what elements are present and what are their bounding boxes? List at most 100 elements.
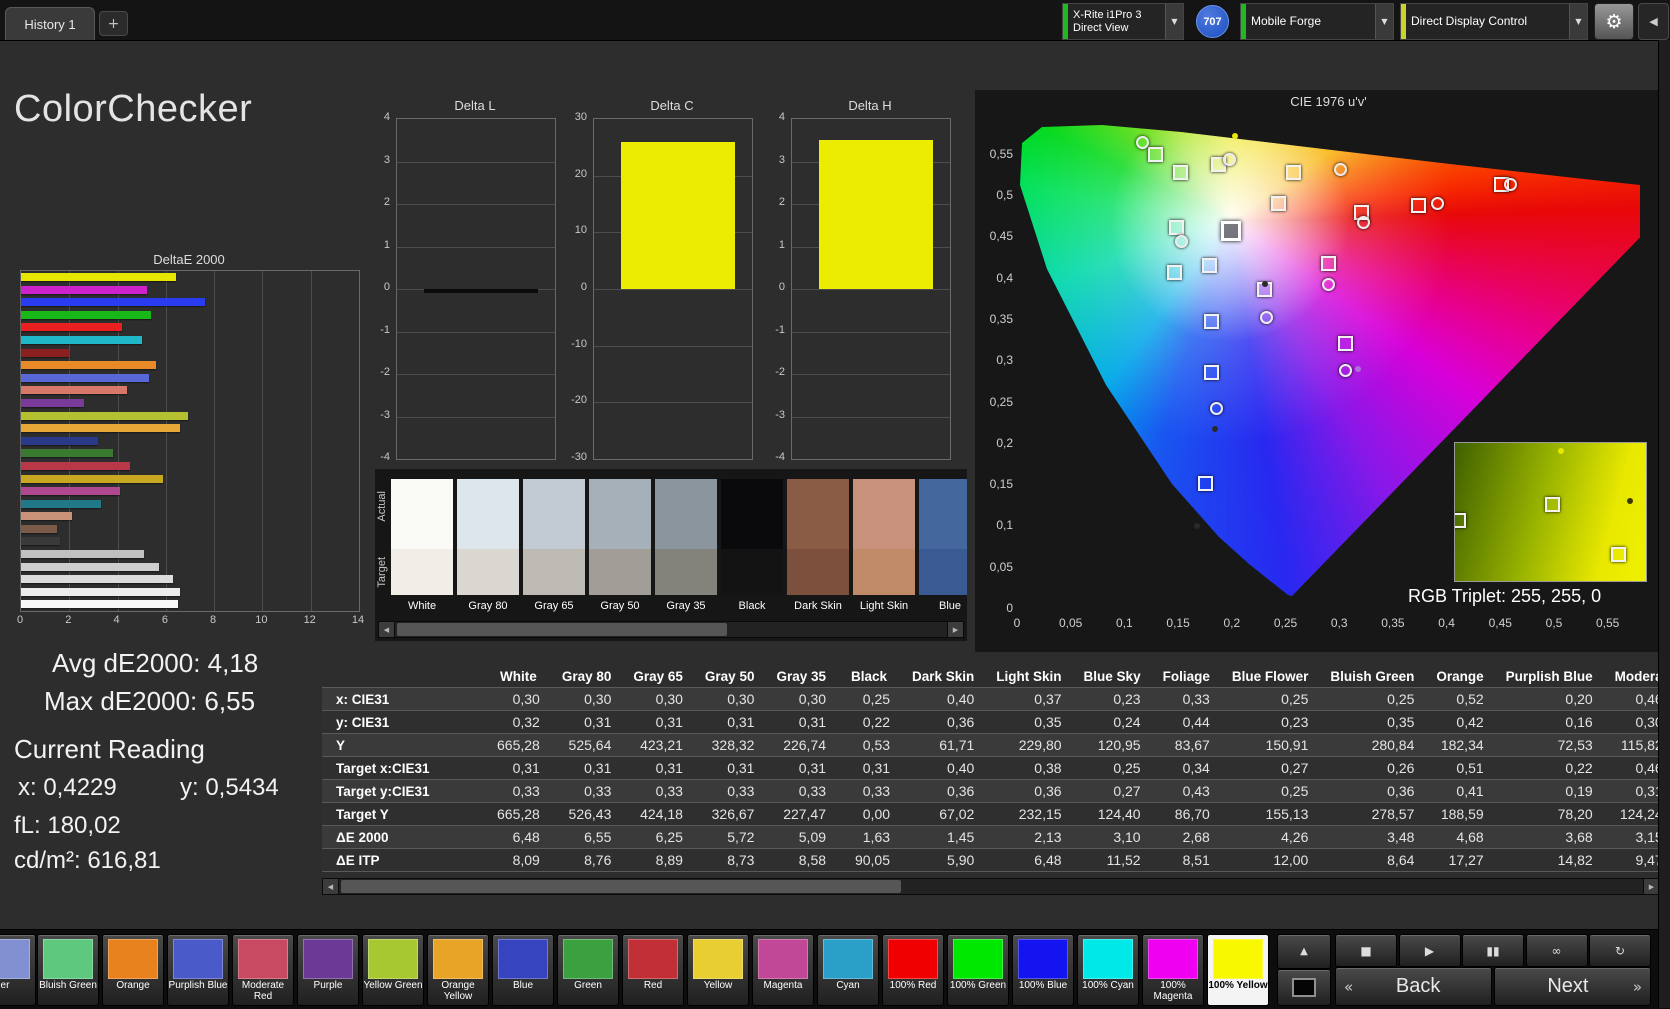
patch-button-cyan[interactable]: Cyan [817, 934, 879, 1006]
patch-button-red[interactable]: Red [622, 934, 684, 1006]
patch-button-100-blue[interactable]: 100% Blue [1012, 934, 1074, 1006]
scroll-right-icon[interactable]: ▶ [947, 622, 963, 637]
add-tab-button[interactable]: + [99, 11, 128, 36]
chevron-down-icon[interactable]: ▼ [1165, 4, 1183, 39]
patch-button-100-magenta[interactable]: 100% Magenta [1142, 934, 1204, 1006]
y-tick-label: -20 [567, 394, 587, 406]
stop-button[interactable]: ■ [1335, 934, 1397, 967]
swatch-strip: Actual Target WhiteGray 80Gray 65Gray 50… [375, 469, 967, 641]
measured-point [1339, 364, 1352, 377]
patch-button-label: Blue [493, 980, 553, 991]
patch-button-100-red[interactable]: 100% Red [882, 934, 944, 1006]
gridline [214, 271, 215, 611]
swatch-target-color [919, 549, 967, 595]
table-cell: 0,31 [622, 757, 694, 780]
patch-button-blue[interactable]: Blue [492, 934, 554, 1006]
x-tick-label: 0 [999, 616, 1035, 630]
patch-button-purple[interactable]: Purple [297, 934, 359, 1006]
display-control-dropdown[interactable]: Direct Display Control ▼ [1400, 3, 1588, 40]
scroll-left-icon[interactable]: ◀ [379, 622, 395, 637]
delta-value-bar [424, 289, 538, 293]
y-tick-label: 4 [370, 111, 390, 123]
gridline [594, 346, 752, 347]
patch-color-chip [953, 939, 1003, 979]
swatch-label: Light Skin [853, 600, 915, 612]
loop-button[interactable]: ↻ [1589, 934, 1651, 967]
column-header-gray-80: Gray 80 [551, 666, 623, 688]
table-cell: 14,82 [1495, 849, 1604, 872]
patch-button-yellow-green[interactable]: Yellow Green [362, 934, 424, 1006]
continuous-button[interactable]: ∞ [1526, 934, 1588, 967]
y-tick-label: 0,05 [977, 560, 1013, 574]
swatch-white: White [391, 469, 453, 619]
table-cell: 0,44 [1152, 711, 1221, 734]
chevron-down-icon[interactable]: ▼ [1375, 4, 1393, 39]
meter-dropdown[interactable]: X-Rite i1Pro 3 Direct View ▼ [1062, 3, 1184, 40]
delta-value-bar [819, 140, 933, 289]
table-cell: 665,28 [486, 734, 551, 757]
patch-button-label: 100% Cyan [1078, 980, 1138, 991]
table-cell: 0,22 [837, 711, 901, 734]
y-tick-label: 3 [370, 154, 390, 166]
de2000-bar [21, 537, 60, 545]
pattern-window-button[interactable] [1277, 969, 1331, 1006]
patch-color-chip [303, 939, 353, 979]
patch-button-er[interactable]: er [0, 934, 36, 1006]
patch-button-purplish-blue[interactable]: Purplish Blue [167, 934, 229, 1006]
table-cell: 0,31 [765, 757, 837, 780]
gear-icon[interactable]: ⚙ [1594, 3, 1634, 40]
de2000-bar [21, 298, 205, 306]
collapse-panel-icon[interactable]: ◀ [1638, 3, 1669, 40]
table-cell: 423,21 [622, 734, 694, 757]
play-button[interactable]: ▶ [1399, 934, 1461, 967]
scrollbar-track[interactable] [395, 622, 947, 637]
gridline [397, 162, 555, 163]
column-header-bluish-green: Bluish Green [1319, 666, 1425, 688]
table-cell: 0,16 [1495, 711, 1604, 734]
patch-button-green[interactable]: Green [557, 934, 619, 1006]
scrollbar-thumb[interactable] [341, 880, 901, 893]
pause-button[interactable]: ▮▮ [1462, 934, 1524, 967]
table-cell: 9,47 [1604, 849, 1658, 872]
patch-button-bluish-green[interactable]: Bluish Green [37, 934, 99, 1006]
patch-button-100-cyan[interactable]: 100% Cyan [1077, 934, 1139, 1006]
scrollbar-track[interactable] [339, 879, 1643, 894]
swatch-label: Black [721, 600, 783, 612]
scrollbar-thumb[interactable] [397, 623, 727, 636]
table-cell: 11,52 [1073, 849, 1152, 872]
tab-history-1[interactable]: History 1 [5, 7, 95, 40]
patch-button-100-green[interactable]: 100% Green [947, 934, 1009, 1006]
patch-button-moderate-red[interactable]: Moderate Red [232, 934, 294, 1006]
table-cell: 83,67 [1152, 734, 1221, 757]
table-cell: 8,58 [765, 849, 837, 872]
patch-button-yellow[interactable]: Yellow [687, 934, 749, 1006]
patch-button-label: Cyan [818, 980, 878, 991]
column-header-dark-skin: Dark Skin [901, 666, 985, 688]
back-button[interactable]: « Back [1335, 967, 1492, 1006]
patch-color-chip [1148, 939, 1198, 979]
table-cell: 6,48 [985, 849, 1072, 872]
table-cell: 0,22 [1495, 757, 1604, 780]
scroll-left-icon[interactable]: ◀ [323, 879, 339, 894]
table-scrollbar[interactable]: ◀ ▶ [322, 878, 1660, 895]
next-button[interactable]: Next » [1494, 967, 1651, 1006]
chart-title: Delta H [791, 98, 949, 113]
x-tick-label: 0,55 [1590, 616, 1626, 630]
swatch-actual-color [391, 479, 453, 549]
patch-button-orange-yellow[interactable]: Orange Yellow [427, 934, 489, 1006]
de2000-bar [21, 575, 173, 583]
source-dropdown[interactable]: Mobile Forge ▼ [1240, 3, 1394, 40]
row-header: ΔE 2000 [322, 826, 486, 849]
delta-l-chart: Delta L 43210-1-2-3-4 [370, 98, 560, 462]
patch-button-magenta[interactable]: Magenta [752, 934, 814, 1006]
scroll-right-icon[interactable]: ▶ [1643, 879, 1659, 894]
target-point [1169, 220, 1184, 235]
patch-button-100-yellow[interactable]: 100% Yellow [1207, 934, 1269, 1006]
swatch-scrollbar[interactable]: ◀ ▶ [378, 621, 964, 638]
chevron-down-icon[interactable]: ▼ [1569, 4, 1587, 39]
delta-h-chart: Delta H 43210-1-2-3-4 [765, 98, 955, 462]
y-tick-label: 4 [765, 111, 785, 123]
scroll-up-patches-button[interactable]: ▲ [1277, 934, 1331, 969]
patch-button-orange[interactable]: Orange [102, 934, 164, 1006]
delta-value-bar [621, 142, 735, 289]
